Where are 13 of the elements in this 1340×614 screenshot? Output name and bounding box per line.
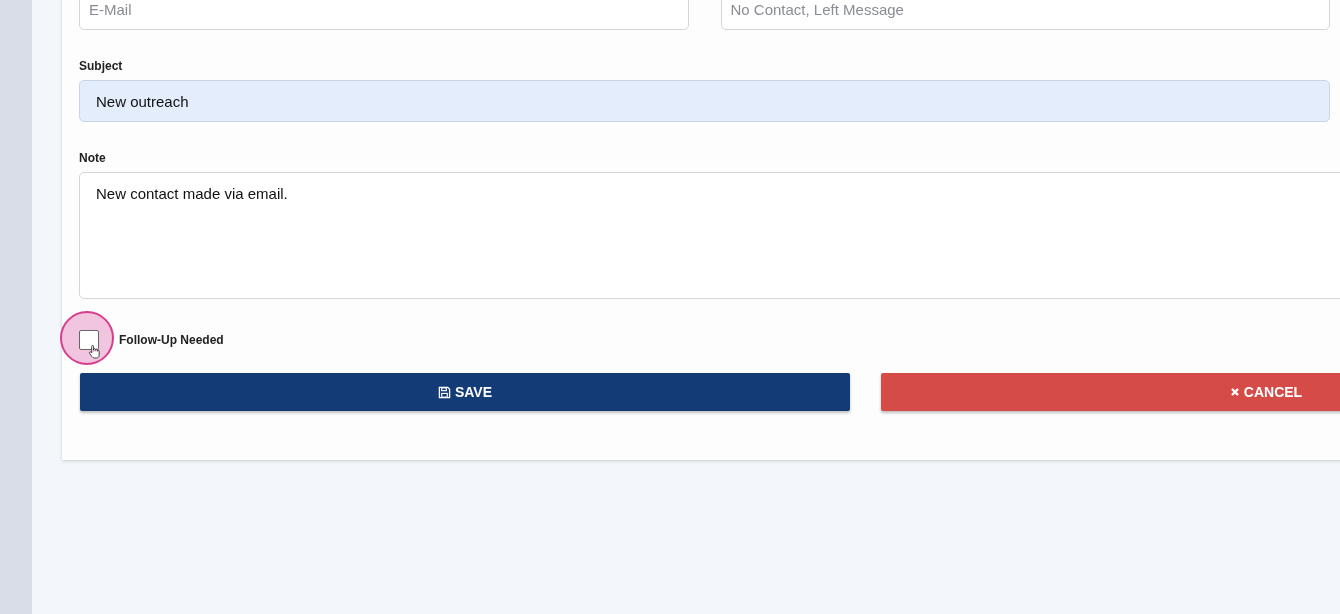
save-button[interactable]: SAVE [80, 373, 850, 411]
checkbox[interactable] [79, 330, 99, 350]
cancel-button[interactable]: CANCEL [881, 373, 1340, 411]
subject-field[interactable]: New outreach [79, 80, 1330, 122]
field-label: Subject [79, 59, 124, 73]
field-label: Note [79, 151, 107, 165]
save-icon [437, 385, 451, 399]
input-field[interactable]: E-Mail [79, 0, 689, 30]
hand-cursor-icon [88, 344, 101, 359]
note-field[interactable]: New contact made via email. [79, 172, 1340, 299]
input-field[interactable]: No Contact, Left Message [720, 0, 1330, 30]
close-icon [1229, 387, 1240, 397]
checkbox-label: Follow-Up Needed [119, 333, 224, 347]
